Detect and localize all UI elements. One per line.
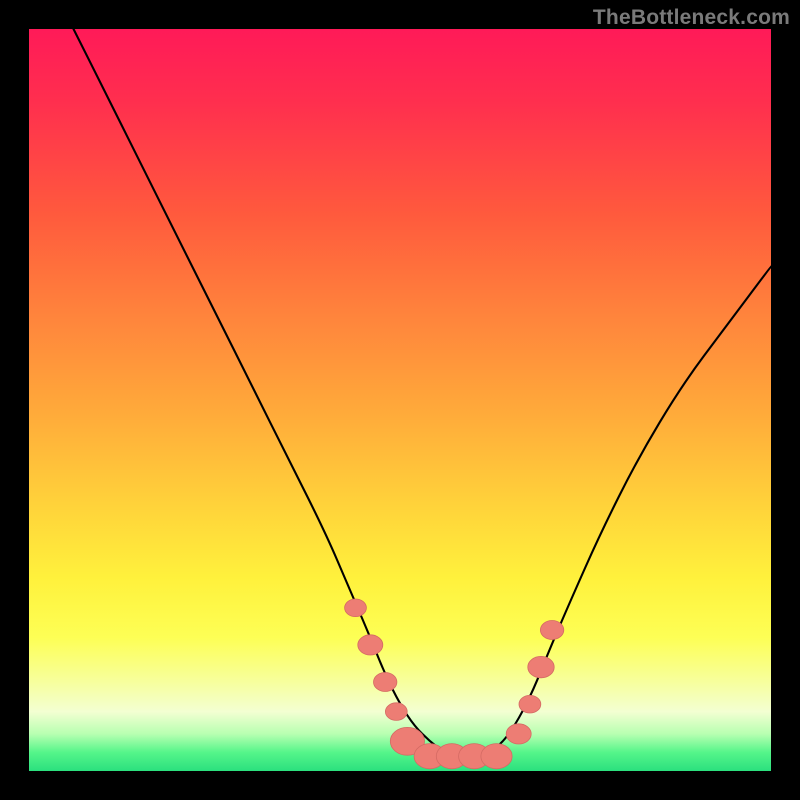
line-left-branch <box>74 29 475 756</box>
valley-markers <box>345 599 564 769</box>
valley-marker <box>481 744 512 769</box>
valley-marker <box>519 695 541 713</box>
valley-marker <box>374 673 397 692</box>
valley-marker <box>540 621 563 640</box>
chart-frame: TheBottleneck.com <box>0 0 800 800</box>
line-right-branch <box>474 266 771 756</box>
watermark-text: TheBottleneck.com <box>593 6 790 30</box>
curve-left <box>74 29 475 756</box>
curve-right <box>474 266 771 756</box>
valley-marker <box>385 703 407 721</box>
valley-marker <box>358 635 383 655</box>
valley-marker <box>345 599 367 617</box>
chart-svg <box>29 29 771 771</box>
plot-area <box>29 29 771 771</box>
valley-marker <box>528 656 554 677</box>
valley-marker <box>506 724 531 744</box>
